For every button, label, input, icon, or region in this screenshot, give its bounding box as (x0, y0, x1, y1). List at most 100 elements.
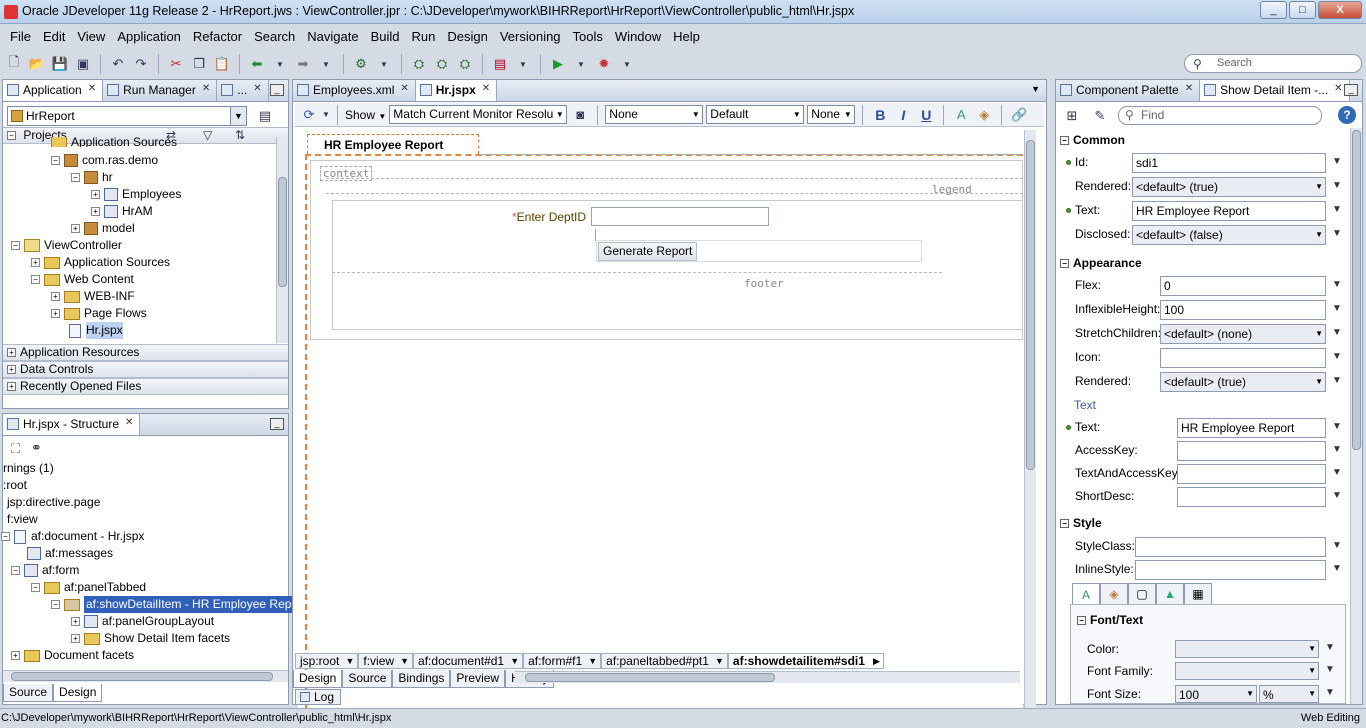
maximize-button[interactable]: □ (1289, 1, 1316, 19)
collapse-icon[interactable]: − (11, 241, 20, 250)
menu-edit[interactable]: Edit (37, 26, 71, 48)
tab-preview[interactable]: Preview (450, 670, 506, 688)
chevron-down-icon[interactable]: ▼ (1325, 642, 1335, 653)
section-common[interactable]: − Common (1060, 133, 1125, 147)
tree-item[interactable]: − af:panelTabbed (31, 579, 146, 596)
close-icon[interactable]: ✕ (400, 83, 408, 101)
chevron-down-icon[interactable]: ▼ (374, 54, 394, 74)
expand-icon[interactable]: + (51, 309, 60, 318)
table-tab-icon[interactable]: ▦ (1184, 583, 1212, 605)
tree-item[interactable]: + Page Flows (51, 305, 147, 322)
close-icon[interactable]: ✕ (253, 83, 261, 101)
help-icon[interactable]: ? (1338, 106, 1356, 124)
bold-button[interactable]: B (870, 105, 890, 125)
font-size-select[interactable]: 100 ▼ (1175, 685, 1257, 703)
menu-help[interactable]: Help (667, 26, 706, 48)
tab-application[interactable]: Application ✕ (3, 80, 104, 101)
redo-icon[interactable]: ↷ (131, 54, 151, 74)
chevron-down-icon[interactable]: ▼ (1332, 490, 1342, 501)
underline-button[interactable]: U (916, 105, 936, 125)
breadcrumb-item[interactable]: af:document#d1 ▼ (413, 653, 524, 669)
tree-item[interactable]: − hr (71, 169, 113, 186)
build-all-icon[interactable]: ⛭ (455, 54, 475, 74)
chevron-down-icon[interactable]: ▼ (617, 54, 637, 74)
minimize-panel-button[interactable]: _ (1344, 84, 1358, 96)
editor-v-scrollbar[interactable] (1024, 130, 1036, 720)
tab-more[interactable]: ... ✕ (217, 80, 269, 101)
close-icon[interactable]: ✕ (202, 83, 210, 101)
box-tab-icon[interactable]: ▢ (1128, 583, 1156, 605)
accordion-recently-opened[interactable]: + Recently Opened Files (3, 378, 288, 395)
tree-item[interactable]: :root (3, 477, 27, 494)
expand-icon[interactable]: + (51, 292, 60, 301)
chevron-down-icon[interactable]: ▼ (1332, 303, 1342, 314)
deploy-icon[interactable]: ⚙ (351, 54, 371, 74)
breadcrumb-item[interactable]: af:paneltabbed#pt1 ▼ (601, 653, 728, 669)
chevron-down-icon[interactable]: ▼ (1332, 467, 1342, 478)
save-icon[interactable]: 💾 (50, 54, 70, 74)
font-family-select[interactable]: ▼ (1175, 662, 1319, 680)
edit-icon[interactable]: ✎ (1090, 106, 1110, 126)
close-icon[interactable]: ✕ (125, 417, 133, 435)
debug-icon[interactable]: ✹ (594, 54, 614, 74)
highlight-icon[interactable]: ◈ (974, 105, 994, 125)
chevron-down-icon[interactable]: ▼ (1332, 540, 1342, 551)
tree-item[interactable]: + HrAM (91, 203, 153, 220)
menu-run[interactable]: Run (406, 26, 442, 48)
tree-item[interactable]: rnings (1) (3, 460, 54, 477)
collapse-icon[interactable]: − (1, 532, 10, 541)
chevron-down-icon[interactable]: ▼ (1325, 664, 1335, 675)
profile-icon[interactable]: ▤ (490, 54, 510, 74)
chevron-down-icon[interactable]: ▼ (322, 105, 330, 125)
deptid-input[interactable] (591, 207, 769, 226)
text-field-2[interactable]: HR Employee Report (1177, 418, 1326, 438)
font-color-icon[interactable]: A (951, 105, 971, 125)
font-select[interactable]: Default ▼ (706, 105, 805, 124)
inspector-v-scrollbar[interactable] (1350, 128, 1362, 704)
menu-file[interactable]: File (4, 26, 37, 48)
filter-icon[interactable]: ▽ (203, 128, 212, 143)
flex-field[interactable]: 0 (1160, 276, 1326, 296)
tab-employees-xml[interactable]: Employees.xml ✕ (293, 80, 416, 101)
copy-icon[interactable]: ❐ (189, 54, 209, 74)
menu-search[interactable]: Search (248, 26, 301, 48)
tab-source[interactable]: Source (342, 670, 393, 688)
chevron-down-icon[interactable]: ▼ (1332, 421, 1342, 432)
run-icon[interactable]: ▶ (548, 54, 568, 74)
refresh-icon[interactable]: ⟳ (299, 105, 319, 125)
tree-item[interactable]: + af:panelGroupLayout (71, 613, 214, 630)
tab-structure[interactable]: Hr.jspx - Structure ✕ (3, 414, 141, 435)
forward-icon[interactable]: ➡ (293, 54, 313, 74)
menu-navigate[interactable]: Navigate (301, 26, 364, 48)
font-text-tab-icon[interactable]: A (1072, 583, 1100, 605)
resolution-select[interactable]: Match Current Monitor Resolution ▼ (389, 105, 568, 124)
rendered-select[interactable]: <default> (true) ▼ (1132, 177, 1326, 197)
tree-item[interactable]: + WEB-INF (51, 288, 135, 305)
tree-item[interactable]: + Show Detail Item facets (71, 630, 230, 647)
section-font-text[interactable]: − Font/Text (1077, 613, 1143, 627)
tree-item[interactable]: + Employees (91, 186, 181, 203)
font-size-unit-select[interactable]: % ▼ (1259, 685, 1319, 703)
inline-style-field[interactable] (1135, 560, 1326, 580)
chevron-down-icon[interactable]: ▼ (270, 54, 290, 74)
tree-item-hr-jspx[interactable]: Hr.jspx (69, 322, 123, 339)
inflexible-height-field[interactable]: 100 (1160, 300, 1326, 320)
text-and-access-key-field[interactable] (1177, 464, 1326, 484)
chevron-down-icon[interactable]: ▼ (1332, 180, 1342, 191)
chevron-down-icon[interactable]: ▼ (571, 54, 591, 74)
minimize-panel-button[interactable]: _ (270, 418, 284, 430)
access-key-field[interactable] (1177, 441, 1326, 461)
chevron-down-icon[interactable]: ▼ (1325, 687, 1335, 698)
minimize-button[interactable]: _ (1260, 1, 1287, 19)
color-select[interactable]: ▼ (1175, 640, 1319, 658)
chevron-down-icon[interactable]: ▼ (1332, 351, 1342, 362)
back-icon[interactable]: ⬅ (247, 54, 267, 74)
open-icon[interactable]: 📂 (27, 54, 47, 74)
close-icon[interactable]: ✕ (1334, 83, 1342, 101)
rebuild-icon[interactable]: ⛭ (432, 54, 452, 74)
tree-item[interactable]: + model (71, 220, 135, 237)
tab-list-icon[interactable]: ▼ (1031, 84, 1040, 94)
close-icon[interactable]: ✕ (482, 83, 490, 101)
collapse-icon[interactable]: − (51, 600, 60, 609)
chevron-down-icon[interactable]: ▼ (1332, 563, 1342, 574)
